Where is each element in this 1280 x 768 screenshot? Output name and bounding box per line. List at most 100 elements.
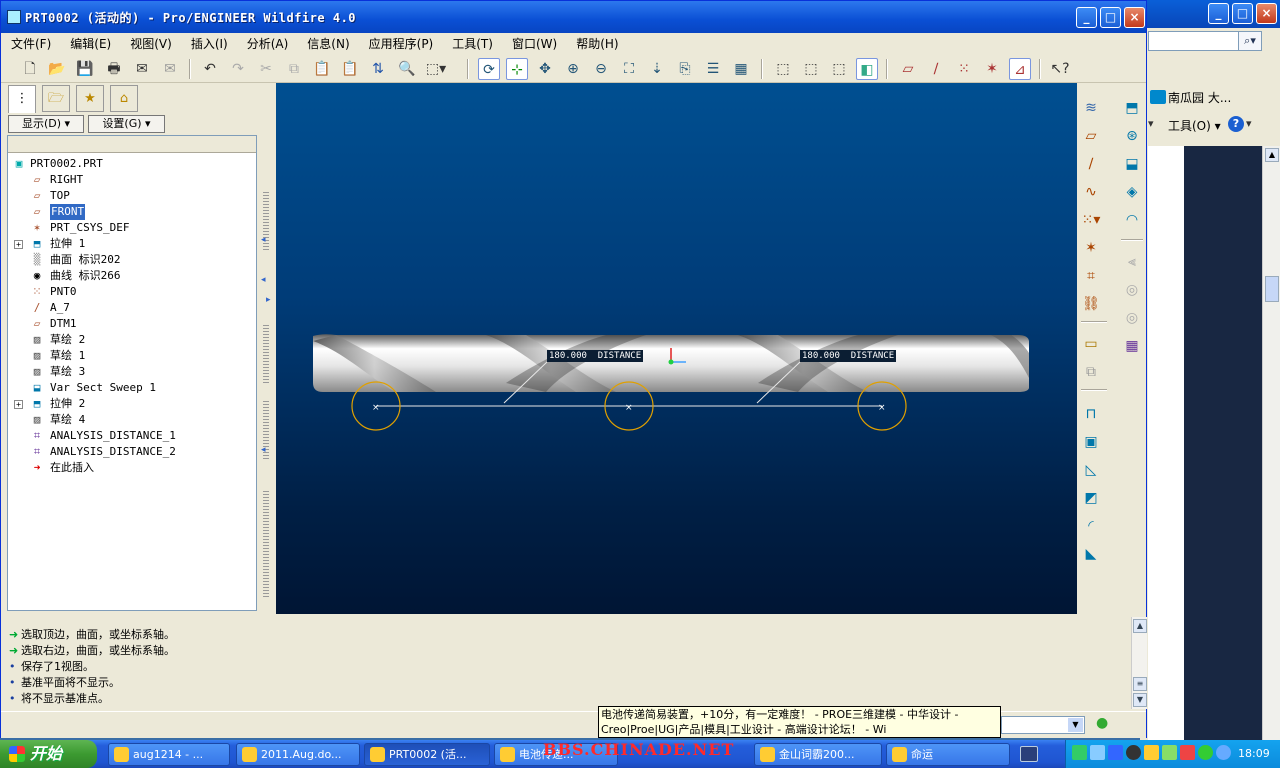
zoom-out-icon[interactable]: ⊖ [590,58,612,80]
start-button[interactable]: 开始 [0,740,97,768]
layers-icon[interactable]: ☰ [702,58,724,80]
tree-item[interactable]: ▱ DTM1 [8,316,256,332]
repaint-icon[interactable]: ⟳ [478,58,500,80]
tray-app-icon[interactable] [1162,745,1177,760]
shell-tool-icon[interactable]: ▣ [1080,431,1102,453]
redo-icon[interactable]: ↷ [227,58,249,80]
browser-scrollbar[interactable]: ▲ [1262,146,1280,740]
extrude-tool-icon[interactable]: ⬒ [1121,97,1143,119]
orient-mode-icon[interactable]: ✥ [534,58,556,80]
datum-plane-display-icon[interactable]: ▱ [897,58,919,80]
favorites-tab-icon[interactable]: ★ [76,85,104,112]
blend-tool-icon[interactable]: ◈ [1121,181,1143,203]
wireframe-icon[interactable]: ⬚ [772,58,794,80]
tray-app-icon[interactable] [1180,745,1195,760]
draft-tool-icon[interactable]: ◩ [1080,487,1102,509]
note-tool-icon[interactable]: ▭ [1080,333,1102,355]
chevron-down-icon[interactable]: ▾ [1246,117,1252,130]
tree-item[interactable]: ▣ PRT0002.PRT [8,156,256,172]
tray-app-icon[interactable] [1072,745,1087,760]
dropdown-icon[interactable]: ▾ [1148,117,1154,130]
menu-window[interactable]: 窗口(W) [502,33,566,53]
hidden-line-icon[interactable]: ⬚ [800,58,822,80]
annotation-display-icon[interactable]: ⊿ [1009,58,1031,80]
merge-tool-icon[interactable]: ◎ [1121,279,1143,301]
menu-applications[interactable]: 应用程序(P) [359,33,443,53]
zoom-in-icon[interactable]: ⊕ [562,58,584,80]
tree-item[interactable]: ⌗ ANALYSIS_DISTANCE_2 [8,444,256,460]
tree-item[interactable]: ⬓ Var Sect Sweep 1 [8,380,256,396]
expand-right-icon[interactable]: ▸ [266,295,271,305]
browser-tools-menu[interactable]: 工具(O) ▾ [1168,117,1221,134]
analysis-tool-icon[interactable]: ⌗ [1080,265,1102,287]
print-icon[interactable]: 🖶 [103,58,125,80]
datum-curve-tool-icon[interactable]: ∿ [1080,181,1102,203]
distance-dimension-label[interactable]: 180.000 DISTANCE [547,350,644,362]
collapse-left-icon[interactable]: ◂ [261,275,266,285]
datum-plane-tool-icon[interactable]: ▱ [1080,125,1102,147]
tree-item[interactable]: + ⬒ 拉伸 1 [8,236,256,252]
collapse-left-icon[interactable]: ◂ [261,235,266,245]
open-folder-icon[interactable]: 📂 [46,58,68,80]
tree-item[interactable]: ⌗ ANALYSIS_DISTANCE_1 [8,428,256,444]
new-file-icon[interactable]: 🗋 [19,58,41,80]
tree-item[interactable]: + ⬒ 拉伸 2 [8,396,256,412]
refit-icon[interactable]: ⛶ [618,58,640,80]
tray-volume-icon[interactable] [1216,745,1231,760]
chamfer-tool-icon[interactable]: ◣ [1080,543,1102,565]
tree-item[interactable]: ▨ 草绘 4 [8,412,256,428]
evaluate-tool-icon[interactable]: ⛓ [1080,293,1102,315]
round-tool-icon[interactable]: ◜ [1080,515,1102,537]
taskbar-task[interactable]: 命运 [886,743,1010,766]
tree-item[interactable]: ✶ PRT_CSYS_DEF [8,220,256,236]
mirror-tool-icon[interactable]: ⫷ [1121,251,1143,273]
taskbar-task[interactable]: 2011.Aug.do... [236,743,360,766]
copy-geom-tool-icon[interactable]: ⧉ [1080,361,1102,383]
csys-display-icon[interactable]: ✶ [981,58,1003,80]
tree-item[interactable]: ◉ 曲线 标识266 [8,268,256,284]
tray-qq-icon[interactable] [1126,745,1141,760]
datum-point-tool-icon[interactable]: ⁙▾ [1080,209,1102,231]
tree-item[interactable]: ▨ 草绘 3 [8,364,256,380]
view-manager-icon[interactable]: ▦ [730,58,752,80]
close-button[interactable]: × [1124,7,1145,28]
tree-item[interactable]: ▨ 草绘 2 [8,332,256,348]
pattern-tool-icon[interactable]: ▦ [1121,335,1143,357]
menu-file[interactable]: 文件(F) [1,33,60,53]
pane-divider[interactable]: ◂ ◂ ▸ ◂ [260,85,274,615]
taskbar-task[interactable]: aug1214 - ... [108,743,230,766]
browser-minimize-button[interactable]: _ [1208,3,1229,24]
browser-link[interactable]: 南瓜园 大... [1168,89,1231,106]
datum-axis-tool-icon[interactable]: ∕ [1080,153,1102,175]
spin-center-icon[interactable]: ⊹ [506,58,528,80]
datum-axis-display-icon[interactable]: ∕ [925,58,947,80]
hole-tool-icon[interactable]: ⊓ [1080,403,1102,425]
graphics-viewport[interactable]: × × × 180.000 DISTANCE 180.000 DISTANCE [276,83,1077,614]
tray-security-icon[interactable] [1144,745,1159,760]
reorient-icon[interactable]: ⇣ [646,58,668,80]
csys-tool-icon[interactable]: ✶ [1080,237,1102,259]
taskbar-task[interactable]: 金山词霸200... [754,743,882,766]
history-tab-icon[interactable]: ⌂ [110,85,138,112]
saved-views-icon[interactable]: ⎘ [674,58,696,80]
selection-box-icon[interactable]: ⬚▾ [425,58,447,80]
expand-icon[interactable]: + [14,400,23,409]
email-link-icon[interactable]: ✉ [159,58,181,80]
settings-dropdown[interactable]: 设置(G) ▾ [88,115,165,133]
paste-icon[interactable]: 📋 [311,58,333,80]
sweep-tool-icon[interactable]: ⬓ [1121,153,1143,175]
filter-select[interactable]: ▼ [1001,716,1085,734]
help-icon[interactable]: ? [1228,116,1244,132]
browser-address-input[interactable] [1148,31,1244,51]
keyboard-icon[interactable] [1020,746,1038,762]
rib-tool-icon[interactable]: ◺ [1080,459,1102,481]
collapse-left-icon[interactable]: ◂ [261,445,266,455]
tray-app-icon[interactable] [1198,745,1213,760]
menu-info[interactable]: 信息(N) [297,33,358,53]
menu-tools[interactable]: 工具(T) [442,33,502,53]
taskbar-task[interactable]: PRT0002 (活... [364,743,490,766]
undo-icon[interactable]: ↶ [199,58,221,80]
context-help-icon[interactable]: ↖? [1049,58,1071,80]
revolve-tool-icon[interactable]: ⊛ [1121,125,1143,147]
proe-main-window[interactable]: PRT0002 (活动的) - Pro/ENGINEER Wildfire 4.… [0,0,1147,738]
